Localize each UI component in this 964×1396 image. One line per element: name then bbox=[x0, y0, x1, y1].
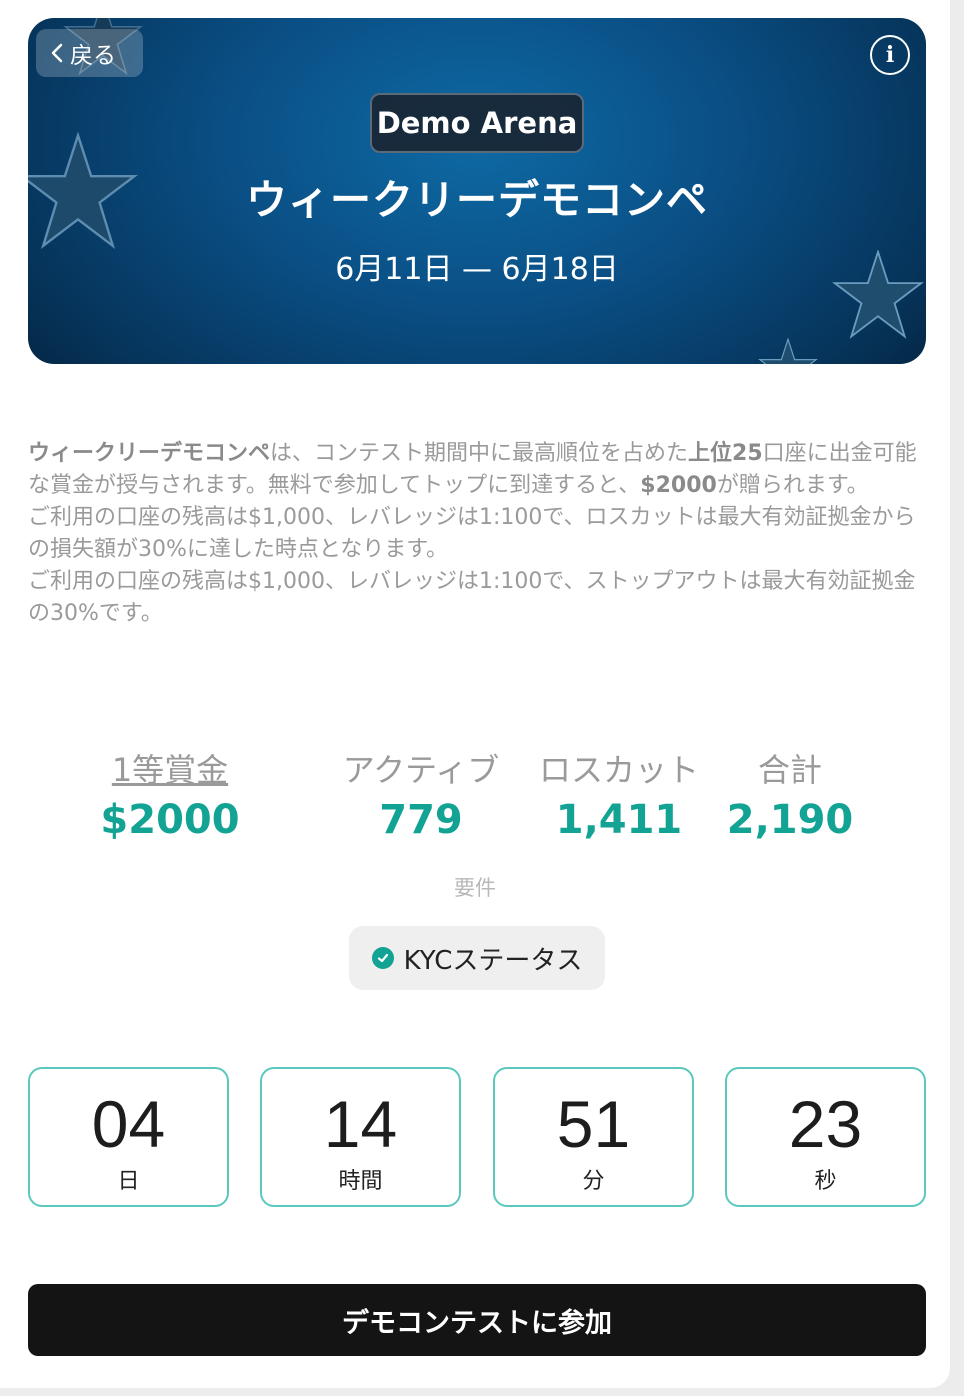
description-paragraph-2: ご利用の口座の残高は$1,000、レバレッジは1:100で、ロスカットは最大有効… bbox=[28, 505, 916, 562]
stat-total: 合計 2,190 bbox=[715, 745, 865, 843]
description-paragraph-1: ウィークリーデモコンペは、コンテスト期間中に最高順位を占めた上位25口座に出金可… bbox=[28, 438, 928, 502]
countdown-unit: 日 bbox=[117, 1169, 140, 1194]
description-rank: 上位25 bbox=[688, 441, 763, 466]
stat-stopout: ロスカット 1,411 bbox=[529, 745, 709, 843]
contest-banner: 戻る i Demo Arena ウィークリーデモコンペ 6月11日 — 6月18… bbox=[28, 18, 926, 364]
countdown-unit: 分 bbox=[582, 1169, 605, 1194]
star-decoration bbox=[758, 338, 818, 364]
countdown-hours: 14 時間 bbox=[260, 1067, 461, 1207]
stat-label: 合計 bbox=[757, 751, 822, 789]
contest-title: ウィークリーデモコンペ bbox=[246, 176, 708, 224]
description-title: ウィークリーデモコンペ bbox=[28, 441, 271, 466]
page: 戻る i Demo Arena ウィークリーデモコンペ 6月11日 — 6月18… bbox=[0, 0, 950, 1388]
info-icon[interactable]: i bbox=[870, 35, 910, 75]
description-text: が贈られます。 bbox=[716, 473, 869, 498]
countdown-seconds: 23 秒 bbox=[725, 1067, 926, 1207]
description-paragraph-3: ご利用の口座の残高は$1,000、レバレッジは1:100で、ストップアウトは最大… bbox=[28, 569, 916, 626]
check-circle-icon bbox=[371, 947, 394, 969]
countdown-days: 04 日 bbox=[28, 1067, 229, 1207]
stat-value: 779 bbox=[379, 797, 463, 843]
countdown-minutes: 51 分 bbox=[493, 1067, 694, 1207]
stat-value: $2000 bbox=[100, 797, 240, 843]
stat-label: ロスカット bbox=[538, 751, 699, 789]
stat-label[interactable]: 1等賞金 bbox=[90, 745, 250, 791]
kyc-status-chip: KYCステータス bbox=[349, 926, 605, 990]
contest-description: ウィークリーデモコンペは、コンテスト期間中に最高順位を占めた上位25口座に出金可… bbox=[28, 438, 928, 630]
stat-value: 1,411 bbox=[555, 797, 683, 843]
arena-badge: Demo Arena bbox=[370, 93, 584, 153]
kyc-status-label: KYCステータス bbox=[403, 945, 583, 976]
description-prize: $2000 bbox=[640, 473, 717, 498]
countdown-value: 23 bbox=[788, 1087, 863, 1161]
back-button-label: 戻る bbox=[70, 43, 116, 69]
stat-first-prize[interactable]: 1等賞金 $2000 bbox=[90, 745, 250, 843]
stat-value: 2,190 bbox=[726, 797, 854, 843]
countdown-unit: 時間 bbox=[338, 1169, 383, 1194]
requirements-label: 要件 bbox=[454, 876, 496, 900]
countdown-value: 04 bbox=[91, 1087, 166, 1161]
description-text: は、コンテスト期間中に最高順位を占めた bbox=[270, 441, 689, 466]
join-demo-contest-button[interactable]: デモコンテストに参加 bbox=[28, 1284, 926, 1356]
countdown-value: 51 bbox=[556, 1087, 631, 1161]
stat-label: アクティブ bbox=[342, 751, 500, 789]
back-button[interactable]: 戻る bbox=[36, 29, 143, 77]
countdown-value: 14 bbox=[323, 1087, 398, 1161]
stat-active: アクティブ 779 bbox=[331, 745, 511, 843]
chevron-left-icon bbox=[51, 43, 63, 63]
contest-dates: 6月11日 — 6月18日 bbox=[335, 252, 619, 287]
countdown-unit: 秒 bbox=[814, 1169, 837, 1194]
